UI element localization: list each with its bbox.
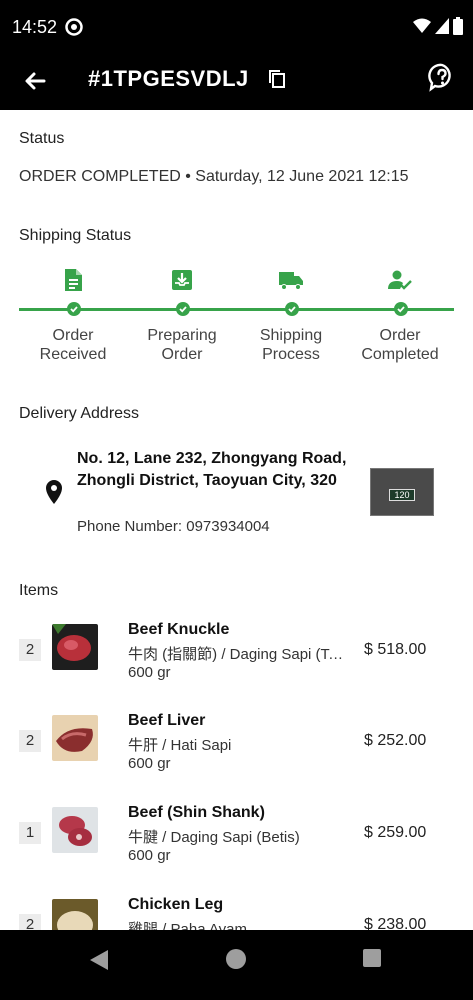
shipping-progress: Order Received Preparing Order Shipping … xyxy=(19,268,454,368)
quantity-badge: 2 xyxy=(19,914,41,930)
app-bar: #1TPGESVDLJ xyxy=(0,56,473,110)
order-id-title: #1TPGESVDLJ xyxy=(88,66,249,91)
product-image xyxy=(52,624,98,670)
quantity-badge: 2 xyxy=(19,730,41,752)
sync-icon xyxy=(65,18,83,36)
check-icon xyxy=(394,302,408,316)
product-image xyxy=(52,899,98,930)
product-price: $ 238.00 xyxy=(364,916,427,930)
order-detail-content[interactable]: Status ORDER COMPLETED • Saturday, 12 Ju… xyxy=(0,110,473,930)
list-item[interactable]: 2 Beef Liver 牛肝 / Hati Sapi 600 gr $ 252… xyxy=(0,712,473,792)
product-weight: 600 gr xyxy=(128,847,171,864)
step-label: Order Received xyxy=(39,327,107,363)
product-weight: 600 gr xyxy=(128,664,171,681)
location-pin-icon xyxy=(46,480,62,504)
signal-icon xyxy=(435,18,449,34)
product-image xyxy=(52,807,98,853)
product-description: 雞腿 / Paha Ayam xyxy=(128,921,247,930)
copy-icon[interactable] xyxy=(266,68,288,90)
nav-back-icon[interactable] xyxy=(90,950,108,970)
product-name: Beef Knuckle xyxy=(128,621,230,638)
product-name: Beef Liver xyxy=(128,712,206,729)
product-name: Chicken Leg xyxy=(128,896,224,913)
quantity-badge: 2 xyxy=(19,639,41,661)
product-description: 牛肉 (指關節) / Daging Sapi (Tempurung Lutut) xyxy=(128,646,348,663)
product-price: $ 259.00 xyxy=(364,824,427,841)
progress-line xyxy=(19,308,454,311)
list-item[interactable]: 2 Beef Knuckle 牛肉 (指關節) / Daging Sapi (T… xyxy=(0,621,473,701)
shipping-status-title: Shipping Status xyxy=(19,227,132,244)
order-status-text: ORDER COMPLETED • Saturday, 12 June 2021… xyxy=(19,168,409,185)
inbox-download-icon xyxy=(172,270,192,290)
truck-icon xyxy=(279,272,303,290)
wifi-icon xyxy=(413,18,431,33)
status-title: Status xyxy=(19,130,65,147)
list-item[interactable]: 1 Beef (Shin Shank) 牛腱 / Daging Sapi (Be… xyxy=(0,804,473,884)
delivery-address-title: Delivery Address xyxy=(19,405,140,422)
phone-number: Phone Number: 0973934004 xyxy=(77,518,270,535)
step-label: Preparing Order xyxy=(147,327,217,363)
system-nav-bar xyxy=(0,930,473,1000)
list-item[interactable]: 2 Chicken Leg 雞腿 / Paha Ayam $ 238.00 xyxy=(0,896,473,930)
product-weight: 600 gr xyxy=(128,755,171,772)
status-bar: 14:52 xyxy=(0,0,473,56)
check-icon xyxy=(176,302,190,316)
address-photo[interactable]: 120 xyxy=(370,468,434,516)
nav-home-icon[interactable] xyxy=(226,949,246,969)
clock: 14:52 xyxy=(12,17,58,37)
check-icon xyxy=(67,302,81,316)
user-check-icon xyxy=(388,270,412,290)
battery-icon xyxy=(453,17,463,35)
back-arrow-icon[interactable] xyxy=(20,66,50,96)
step-label: Shipping Process xyxy=(259,327,323,363)
step-label: Order Completed xyxy=(361,327,439,363)
product-image xyxy=(52,715,98,761)
product-price: $ 252.00 xyxy=(364,732,427,749)
nav-recents-icon[interactable] xyxy=(363,949,381,967)
product-price: $ 518.00 xyxy=(364,641,427,658)
product-name: Beef (Shin Shank) xyxy=(128,804,265,821)
delivery-address: No. 12, Lane 232, Zhongyang Road, Zhongl… xyxy=(77,450,347,489)
help-icon[interactable] xyxy=(427,62,457,92)
quantity-badge: 1 xyxy=(19,822,41,844)
product-description: 牛腱 / Daging Sapi (Betis) xyxy=(128,829,300,846)
document-icon xyxy=(65,269,82,291)
items-title: Items xyxy=(19,582,59,599)
house-number-plate: 120 xyxy=(389,489,415,501)
check-icon xyxy=(285,302,299,316)
product-description: 牛肝 / Hati Sapi xyxy=(128,737,232,754)
